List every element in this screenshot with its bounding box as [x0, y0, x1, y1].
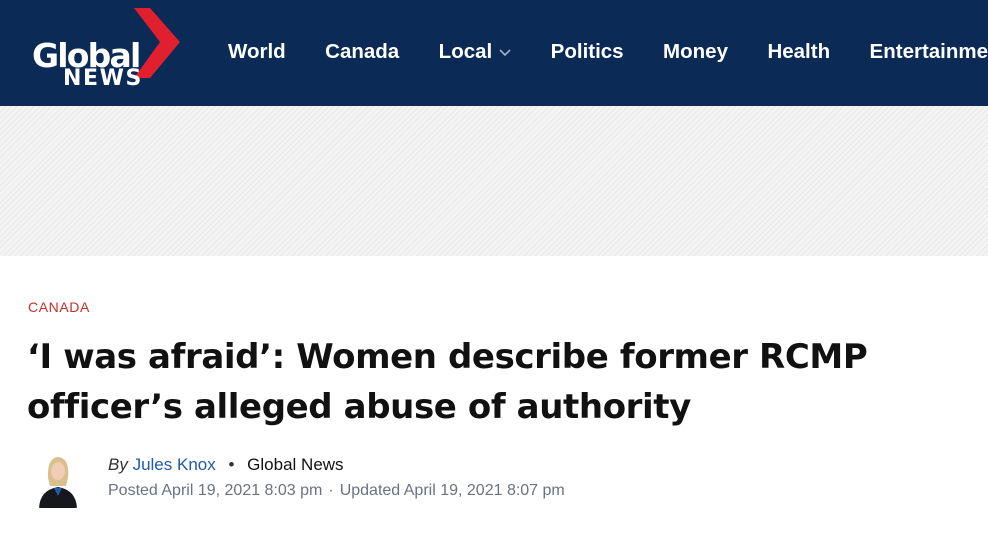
main-nav: World Canada Local Politics Money Health…: [228, 38, 988, 66]
author-avatar[interactable]: [35, 452, 81, 508]
posted-date: Posted April 19, 2021 8:03 pm: [108, 482, 323, 499]
nav-item-politics[interactable]: Politics: [551, 38, 624, 66]
byline-separator: •: [228, 455, 235, 474]
nav-item-local[interactable]: Local: [439, 38, 512, 67]
global-news-logo[interactable]: Global NEWS: [30, 8, 185, 100]
article-headline: ‘I was afraid’: Women describe former RC…: [27, 337, 868, 427]
nav-item-money[interactable]: Money: [663, 38, 728, 66]
byline: By Jules Knox • Global News: [108, 455, 344, 475]
author-link[interactable]: Jules Knox: [133, 455, 216, 474]
nav-item-entertainment[interactable]: Entertainment: [870, 38, 988, 66]
nav-item-label: World: [228, 40, 286, 63]
nav-item-world[interactable]: World: [228, 38, 286, 66]
updated-date: Updated April 19, 2021 8:07 pm: [339, 482, 565, 499]
logo-wordmark-news: NEWS: [63, 66, 143, 91]
site-header: Global NEWS World Canada Local Politics …: [0, 0, 988, 106]
date-separator: ·: [328, 482, 334, 499]
article-category-link[interactable]: CANADA: [28, 298, 90, 316]
nav-item-label: Money: [663, 40, 728, 63]
author-portrait-icon: [35, 452, 81, 508]
ad-placeholder: [0, 106, 988, 256]
byline-by-label: By: [108, 455, 128, 474]
chevron-down-icon: [499, 37, 511, 65]
byline-source: Global News: [247, 455, 344, 474]
nav-item-label: Local: [438, 40, 493, 63]
nav-item-canada[interactable]: Canada: [325, 38, 399, 66]
nav-item-label: Canada: [325, 40, 400, 63]
nav-item-label: Entertainment: [869, 40, 988, 63]
nav-item-label: Politics: [550, 40, 624, 63]
article-dates: Posted April 19, 2021 8:03 pm · Updated Ap…: [108, 481, 565, 501]
nav-item-health[interactable]: Health: [767, 38, 830, 66]
nav-item-label: Health: [767, 40, 831, 63]
